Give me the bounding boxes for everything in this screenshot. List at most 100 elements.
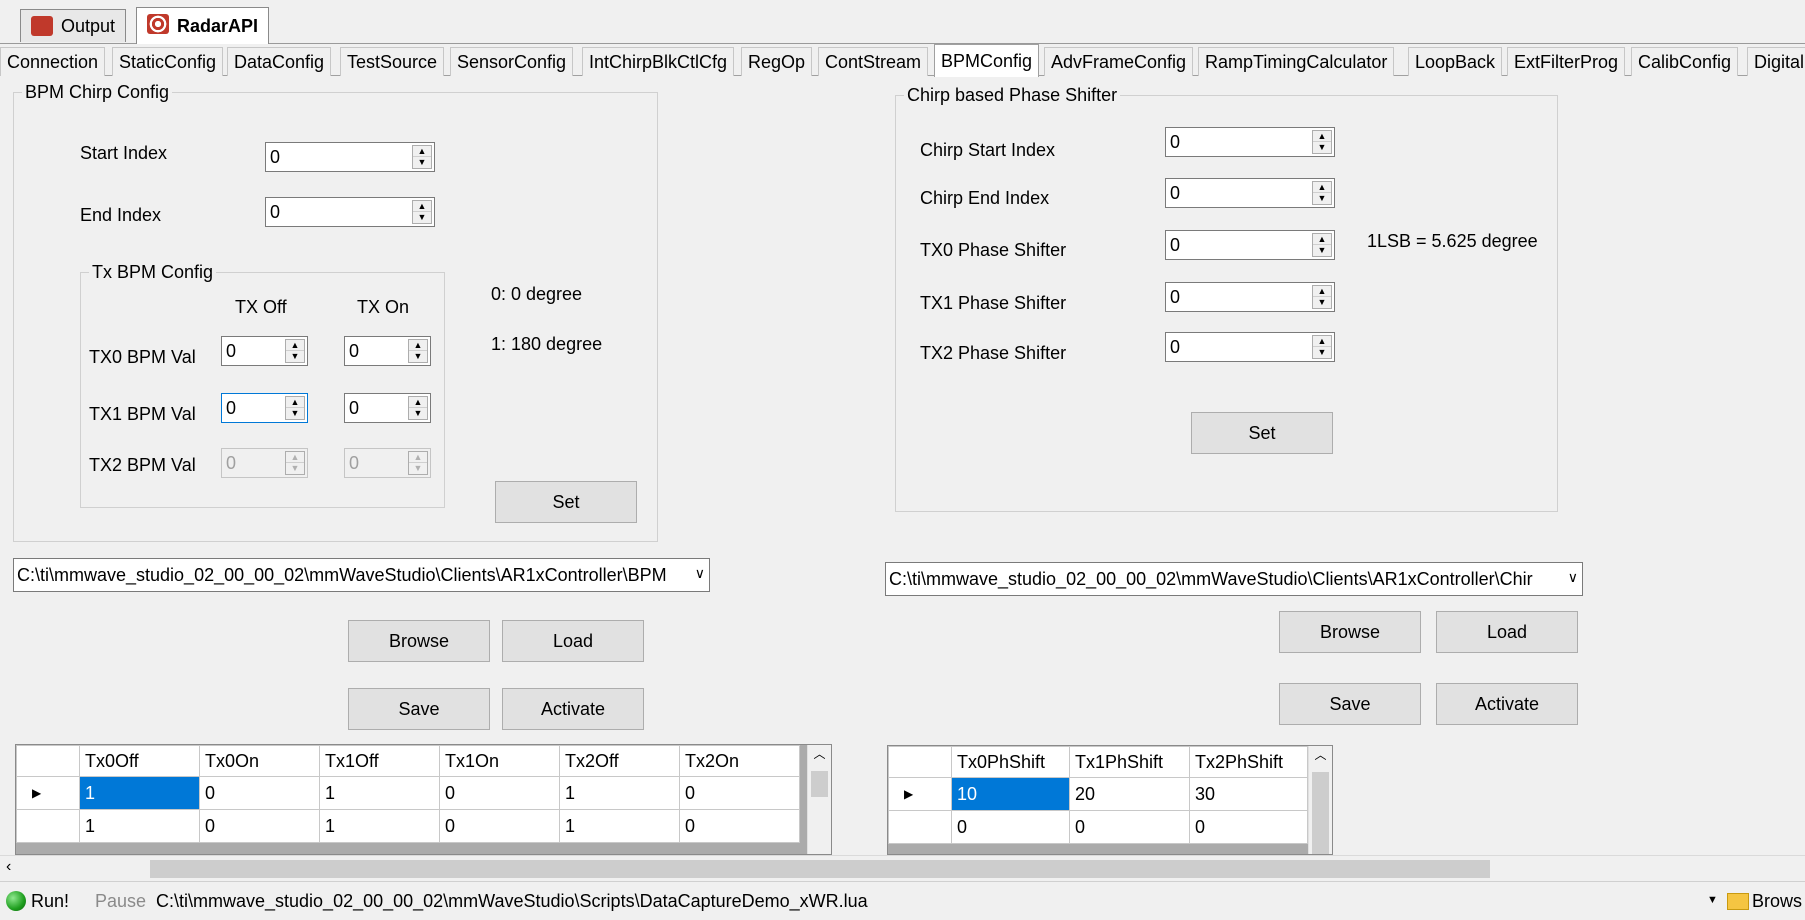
tab-advframeconfig[interactable]: AdvFrameConfig: [1044, 47, 1194, 76]
grid-vertical-scrollbar[interactable]: ︿: [807, 745, 831, 854]
bpm-browse-button[interactable]: Browse: [348, 620, 490, 662]
chevron-down-icon[interactable]: ∨: [1568, 569, 1578, 586]
bpm-save-button[interactable]: Save: [348, 688, 490, 730]
run-button[interactable]: Run!: [31, 891, 69, 912]
grid-cell[interactable]: 1: [319, 776, 440, 810]
tab-bpmconfig[interactable]: BPMConfig: [934, 44, 1040, 77]
tx1-phase-shifter-input[interactable]: 0 ▲ ▼: [1165, 282, 1335, 312]
browse-script-button[interactable]: Brows: [1752, 891, 1802, 912]
grid-cell[interactable]: 1: [559, 776, 680, 810]
tab-testsource[interactable]: TestSource: [340, 47, 445, 76]
bpm-file-path-combo[interactable]: C:\ti\mmwave_studio_02_00_00_02\mmWaveSt…: [13, 558, 710, 592]
row-header[interactable]: [16, 809, 80, 843]
grid-cell[interactable]: 10: [951, 777, 1070, 811]
column-header[interactable]: Tx1Off: [319, 745, 440, 777]
column-header[interactable]: Tx2Off: [559, 745, 680, 777]
bpm-activate-button[interactable]: Activate: [502, 688, 644, 730]
tx1-off-input[interactable]: 0 ▲ ▼: [221, 393, 308, 423]
tx0-on-input[interactable]: 0 ▲ ▼: [344, 336, 431, 366]
grid-cell[interactable]: 1: [79, 776, 200, 810]
grid-cell[interactable]: 0: [199, 809, 320, 843]
column-header[interactable]: Tx1On: [439, 745, 560, 777]
column-header[interactable]: Tx0On: [199, 745, 320, 777]
spin-arrows[interactable]: ▲ ▼: [412, 200, 432, 224]
phase-save-button[interactable]: Save: [1279, 683, 1421, 725]
phase-file-path-combo[interactable]: C:\ti\mmwave_studio_02_00_00_02\mmWaveSt…: [885, 562, 1583, 596]
bpm-load-button[interactable]: Load: [502, 620, 644, 662]
column-header[interactable]: Tx1PhShift: [1069, 746, 1190, 778]
tab-ramptimingcalculator[interactable]: RampTimingCalculator: [1198, 47, 1395, 76]
spin-arrows[interactable]: ▲ ▼: [1312, 233, 1332, 257]
grid-cell[interactable]: 0: [679, 809, 800, 843]
tab-radarapi[interactable]: RadarAPI: [136, 7, 270, 44]
dropdown-arrow-icon[interactable]: ▼: [1707, 894, 1718, 906]
grid-cell[interactable]: 0: [951, 810, 1070, 844]
column-header[interactable]: Tx2On: [679, 745, 800, 777]
tab-regop[interactable]: RegOp: [741, 47, 813, 76]
scroll-thumb[interactable]: [811, 771, 828, 797]
grid-cell[interactable]: 1: [79, 809, 200, 843]
spin-arrows[interactable]: ▲ ▼: [1312, 285, 1332, 309]
row-selector-icon[interactable]: ▶: [16, 776, 80, 810]
tx0-phase-shifter-input[interactable]: 0 ▲ ▼: [1165, 230, 1335, 260]
table-row[interactable]: 1 0 1 0 1 0: [16, 809, 800, 843]
grid-cell[interactable]: 1: [319, 809, 440, 843]
grid-cell[interactable]: 0: [1069, 810, 1190, 844]
column-header[interactable]: Tx0Off: [79, 745, 200, 777]
start-index-input[interactable]: 0 ▲ ▼: [265, 142, 435, 172]
table-row[interactable]: ▶ 10 20 30: [888, 777, 1308, 811]
grid-cell[interactable]: 0: [439, 776, 560, 810]
grid-cell[interactable]: 0: [439, 809, 560, 843]
spin-arrows[interactable]: ▲ ▼: [1312, 130, 1332, 154]
phase-set-button[interactable]: Set: [1191, 412, 1333, 454]
scroll-up-icon[interactable]: ︿: [1309, 746, 1332, 763]
phase-activate-button[interactable]: Activate: [1436, 683, 1578, 725]
scroll-thumb[interactable]: [1312, 772, 1329, 854]
tx0-off-input[interactable]: 0 ▲ ▼: [221, 336, 308, 366]
grid-cell[interactable]: 0: [199, 776, 320, 810]
spin-arrows[interactable]: ▲ ▼: [285, 339, 305, 363]
tab-calibconfig[interactable]: CalibConfig: [1631, 47, 1739, 76]
tab-sensorconfig[interactable]: SensorConfig: [450, 47, 574, 76]
horizontal-scrollbar[interactable]: ‹: [0, 855, 1805, 881]
tab-contstream[interactable]: ContStream: [818, 47, 929, 76]
bpm-data-grid[interactable]: Tx0Off Tx0On Tx1Off Tx1On Tx2Off Tx2On ▶…: [15, 744, 832, 855]
grid-vertical-scrollbar[interactable]: ︿: [1308, 746, 1332, 854]
phase-browse-button[interactable]: Browse: [1279, 611, 1421, 653]
bpm-set-button[interactable]: Set: [495, 481, 637, 523]
table-row[interactable]: ▶ 1 0 1 0 1 0: [16, 776, 800, 810]
spin-arrows[interactable]: ▲ ▼: [1312, 335, 1332, 359]
chirp-start-index-input[interactable]: 0 ▲ ▼: [1165, 127, 1335, 157]
spin-arrows[interactable]: ▲ ▼: [408, 396, 428, 420]
grid-cell[interactable]: 0: [679, 776, 800, 810]
tab-extfilterprog[interactable]: ExtFilterProg: [1507, 47, 1626, 76]
tab-dataconfig[interactable]: DataConfig: [227, 47, 332, 76]
script-path[interactable]: C:\ti\mmwave_studio_02_00_00_02\mmWaveSt…: [156, 891, 868, 912]
grid-cell[interactable]: 0: [1189, 810, 1308, 844]
tab-staticconfig[interactable]: StaticConfig: [112, 47, 224, 76]
grid-cell[interactable]: 30: [1189, 777, 1308, 811]
tx1-on-input[interactable]: 0 ▲ ▼: [344, 393, 431, 423]
grid-cell[interactable]: 1: [559, 809, 680, 843]
tab-loopback[interactable]: LoopBack: [1408, 47, 1503, 76]
phase-data-grid[interactable]: Tx0PhShift Tx1PhShift Tx2PhShift ▶ 10 20…: [887, 745, 1333, 855]
spin-arrows[interactable]: ▲ ▼: [408, 339, 428, 363]
column-header[interactable]: Tx2PhShift: [1189, 746, 1308, 778]
spin-arrows[interactable]: ▲ ▼: [412, 145, 432, 169]
table-row[interactable]: 0 0 0: [888, 810, 1308, 844]
chirp-end-index-input[interactable]: 0 ▲ ▼: [1165, 178, 1335, 208]
end-index-input[interactable]: 0 ▲ ▼: [265, 197, 435, 227]
spin-arrows[interactable]: ▲ ▼: [285, 396, 305, 420]
pause-button[interactable]: Pause: [95, 891, 146, 912]
chevron-down-icon[interactable]: ∨: [695, 565, 705, 582]
tab-digital[interactable]: Digital: [1747, 47, 1805, 76]
column-header[interactable]: Tx0PhShift: [951, 746, 1070, 778]
scroll-thumb[interactable]: [150, 860, 1490, 878]
row-selector-icon[interactable]: ▶: [888, 777, 952, 811]
tab-connection[interactable]: Connection: [0, 47, 106, 76]
scroll-left-icon[interactable]: ‹: [6, 858, 11, 876]
spin-arrows[interactable]: ▲ ▼: [1312, 181, 1332, 205]
grid-cell[interactable]: 20: [1069, 777, 1190, 811]
tab-intchirpblkctlcfg[interactable]: IntChirpBlkCtlCfg: [582, 47, 735, 76]
tx2-phase-shifter-input[interactable]: 0 ▲ ▼: [1165, 332, 1335, 362]
